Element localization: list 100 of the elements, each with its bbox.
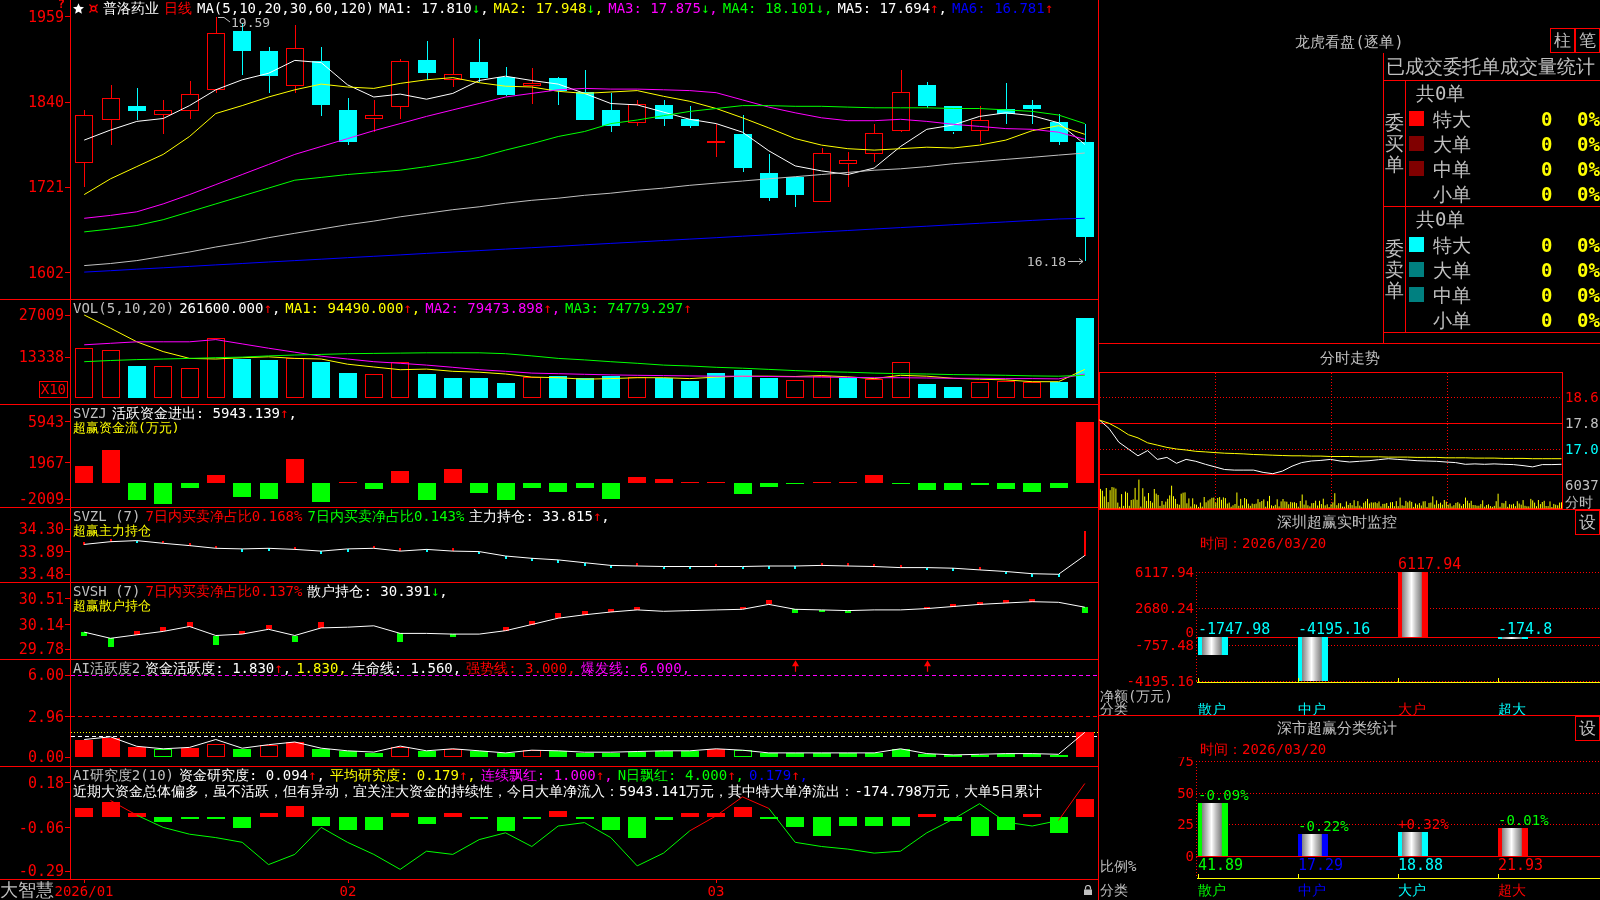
value-label: 6117.94	[1398, 555, 1462, 573]
category-label: 散户	[1198, 882, 1226, 898]
legend-text: 1.830,	[296, 660, 347, 676]
price-label: 16.18	[1026, 254, 1066, 269]
change-label: -0.09%	[1198, 786, 1249, 803]
legend-text: 平均研究度: 0.179↑,	[329, 767, 476, 783]
group-label: 委买单	[1385, 112, 1404, 175]
axis-label: 1967	[27, 455, 64, 470]
order-count: 0	[1541, 233, 1554, 256]
order-count: 0	[1541, 283, 1554, 306]
legend-text: 普洛药业	[103, 0, 159, 16]
legend-text: 主力持仓: 33.815↑,	[469, 508, 610, 524]
change-label: -0.22%	[1298, 818, 1349, 835]
legend-text: SVZL (7)	[73, 508, 141, 524]
group-label: 委卖单	[1385, 238, 1404, 301]
category-label: 中户	[1298, 882, 1326, 898]
axis-label: 34.30	[18, 522, 64, 536]
order-count: 0	[1541, 132, 1554, 155]
order-size-label: 小单	[1433, 308, 1472, 331]
axis-label: 2.96	[27, 709, 64, 724]
panel-title: 深圳超赢实时监控	[1277, 513, 1397, 531]
order-count: 0	[1541, 157, 1554, 180]
order-count: 0	[1541, 308, 1554, 331]
indicator-subtitle: 超赢散户持仓	[73, 599, 151, 613]
legend-text: 7日内买卖净占比0.143%	[307, 508, 465, 524]
legend-text: 爆发线: 6.000,	[580, 660, 691, 676]
order-size-label: 小单	[1433, 182, 1472, 205]
legend-text: SVZJ	[73, 405, 107, 421]
axis-title: 比例%	[1100, 858, 1137, 874]
order-percent: 0%	[1577, 107, 1600, 130]
order-count: 0	[1541, 107, 1554, 130]
legend-text: MA3: 17.875↓,	[608, 0, 718, 16]
order-size-label: 大单	[1433, 132, 1472, 155]
value-label: -1747.98	[1198, 619, 1271, 638]
axis-label: 6117.94	[1135, 564, 1194, 580]
value-label: 17.29	[1298, 856, 1344, 874]
date-label: 03	[707, 883, 725, 899]
axis-label: 29.78	[18, 642, 64, 657]
legend-text: MA2: 17.948↓,	[493, 0, 604, 16]
order-percent: 0%	[1577, 157, 1600, 180]
order-percent: 0%	[1577, 283, 1600, 306]
order-total: 共0单	[1416, 208, 1466, 230]
category-label: 大户	[1398, 701, 1426, 715]
legend-text: MA2: 79473.898↑,	[425, 300, 561, 316]
legend-text: 0.179↑,	[749, 767, 809, 783]
axis-label: 17.0	[1565, 441, 1599, 457]
axis-label: 1959	[27, 9, 64, 24]
legend-text: 7日内买卖净占比0.137%	[145, 583, 303, 599]
axis-title: 分时	[1565, 494, 1593, 509]
axis-label: 33.89	[18, 544, 64, 559]
axis-label: 2680.24	[1135, 600, 1194, 617]
legend-text: AI研究度2(10)	[73, 767, 174, 783]
value-label: -174.8	[1498, 619, 1553, 638]
legend-text: 连续飘红: 1.000↑,	[480, 767, 613, 783]
value-label: -4195.16	[1298, 619, 1371, 638]
change-label: +0.32%	[1398, 816, 1449, 833]
axis-label: 6.00	[27, 668, 64, 683]
brand-name: 大智慧	[0, 879, 54, 900]
axis-label: 1721	[27, 180, 64, 195]
order-count: 0	[1541, 258, 1554, 281]
axis-label: 0	[1185, 848, 1194, 864]
category-label: 中户	[1298, 701, 1326, 715]
legend-text: SVSH (7)	[73, 583, 141, 599]
order-total: 共0单	[1416, 82, 1466, 104]
value-label: 21.93	[1498, 856, 1544, 874]
axis-label: 1840	[27, 95, 64, 109]
axis-label: 30.14	[18, 617, 64, 632]
legend-text: 日线	[164, 0, 192, 16]
legend-text: 资金活跃度: 1.830↑,	[145, 660, 292, 676]
order-size-label: 中单	[1433, 283, 1472, 306]
price-label: 19.59	[231, 15, 271, 30]
legend-text: VOL(5,10,20)	[73, 300, 175, 316]
category-label: 大户	[1398, 882, 1426, 898]
legend-text: 强势线: 3.000,	[466, 660, 576, 676]
panel-title: 深市超赢分类统计	[1277, 719, 1397, 737]
category-label: 超大	[1498, 882, 1526, 898]
date-label: 02	[339, 883, 357, 899]
axis-label: -2009	[18, 492, 64, 506]
axis-label: 18.6	[1565, 389, 1599, 405]
legend-text: MA5: 17.694↑,	[837, 0, 947, 16]
order-percent: 0%	[1577, 233, 1600, 256]
legend-text: 活跃资金进出: 5943.139↑,	[111, 405, 297, 421]
axis-label: -0.06	[18, 820, 64, 835]
panel-title: 分时走势	[1319, 349, 1380, 367]
legend-text: MA1: 94490.000↑,	[285, 300, 421, 316]
value-label: 41.89	[1198, 856, 1244, 874]
legend-text: MA6: 16.781↑	[952, 0, 1054, 16]
unit-label: X10	[38, 381, 68, 398]
axis-label: 5943	[27, 414, 64, 429]
legend-text: 散户持仓: 30.391↓,	[307, 583, 448, 599]
axis-label: 33.48	[18, 567, 64, 581]
legend-text: MA1: 17.810↓,	[379, 0, 489, 16]
axis-label: 27009	[18, 308, 64, 323]
axis-label: 0.18	[27, 775, 64, 790]
table-title: 已成交委托单成交量统计	[1386, 55, 1595, 77]
order-percent: 0%	[1577, 182, 1600, 205]
legend-text: MA3: 74779.297↑	[565, 300, 692, 316]
legend-text: N日飘红: 4.000↑,	[617, 767, 744, 783]
legend-text: 7日内买卖净占比0.168%	[145, 508, 303, 524]
axis-label: 6037	[1565, 477, 1599, 493]
